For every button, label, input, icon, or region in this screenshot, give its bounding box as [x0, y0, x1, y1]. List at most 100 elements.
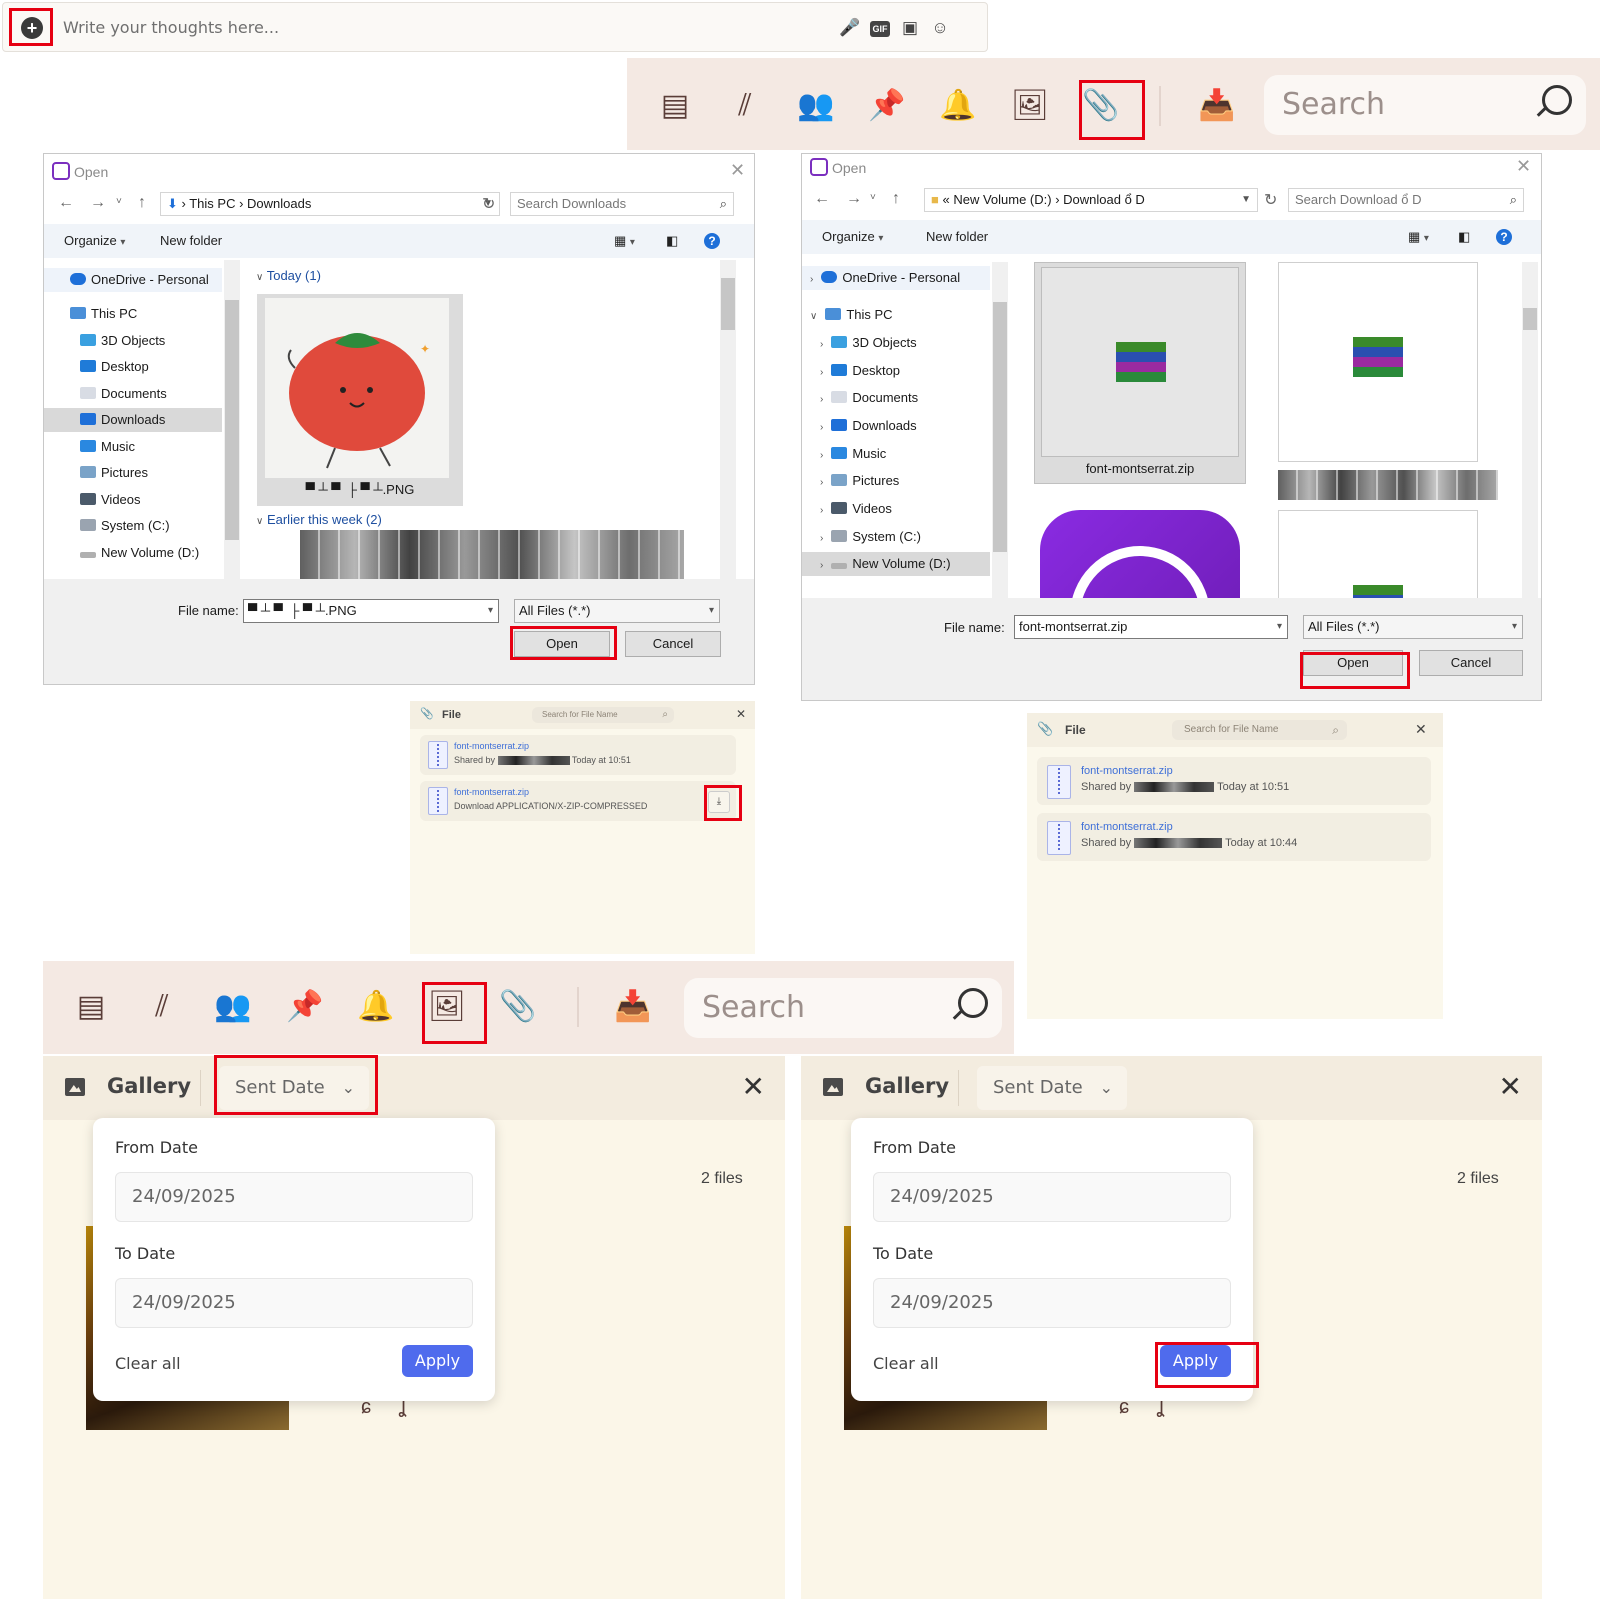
- close-icon[interactable]: ✕: [1415, 721, 1427, 738]
- address-bar[interactable]: ⬇ › This PC › Downloads ▼: [160, 192, 500, 216]
- inbox-icon[interactable]: 📥: [1195, 84, 1239, 128]
- tree-item-new-volume-d[interactable]: › New Volume (D:): [802, 552, 990, 576]
- sent-date-dropdown[interactable]: Sent Date ⌄: [977, 1066, 1127, 1110]
- content-scrollbar[interactable]: [1522, 262, 1538, 600]
- to-date-input[interactable]: 24/09/2025: [115, 1278, 473, 1328]
- file-search-input[interactable]: Search for File Name ⌕: [532, 707, 674, 723]
- file-name-input[interactable]: font-montserrat.zip ▾: [1014, 615, 1288, 639]
- forward-icon[interactable]: →: [846, 190, 862, 208]
- close-icon[interactable]: ✕: [1499, 1070, 1522, 1103]
- image-icon[interactable]: 🖼: [425, 985, 469, 1029]
- emoji-icon[interactable]: ☺: [929, 17, 951, 39]
- notes-icon[interactable]: ▤: [69, 985, 113, 1029]
- tree-item-downloads[interactable]: › Downloads: [802, 414, 990, 438]
- cancel-button[interactable]: Cancel: [1419, 650, 1523, 676]
- file-type-select[interactable]: All Files (*.*) ▾: [514, 599, 720, 623]
- file-tile-selected[interactable]: ✦ ▀ ┴ ▀ ├ ▀ ┴.PNG: [257, 294, 463, 506]
- inbox-icon[interactable]: 📥: [611, 985, 655, 1029]
- tree-scroll-thumb[interactable]: [225, 300, 239, 540]
- file-name[interactable]: font-montserrat.zip: [1081, 765, 1173, 777]
- content-scroll-thumb[interactable]: [1523, 308, 1537, 330]
- recent-chevron-icon[interactable]: ˅: [870, 192, 876, 203]
- help-icon[interactable]: ?: [1496, 229, 1512, 245]
- file-tile[interactable]: [1278, 262, 1478, 462]
- help-icon[interactable]: ?: [704, 233, 720, 249]
- file-tile[interactable]: [1278, 510, 1478, 600]
- add-attachment-button[interactable]: +: [21, 17, 43, 39]
- bell-icon[interactable]: 🔔: [354, 985, 398, 1029]
- sent-date-dropdown[interactable]: Sent Date ⌄: [219, 1066, 369, 1110]
- tree-item-documents[interactable]: › Documents: [802, 386, 990, 410]
- close-icon[interactable]: ✕: [1516, 156, 1531, 177]
- search-input[interactable]: Search Download ổ D ⌕: [1288, 188, 1524, 212]
- open-button[interactable]: Open: [514, 631, 610, 657]
- back-icon[interactable]: ←: [814, 190, 830, 208]
- open-button[interactable]: Open: [1303, 650, 1403, 676]
- tree-item-system-c[interactable]: System (C:): [44, 514, 222, 538]
- file-item[interactable]: font-montserrat.zip Download APPLICATION…: [420, 781, 736, 821]
- search-icon[interactable]: [958, 988, 988, 1018]
- tree-item-onedrive[interactable]: › OneDrive - Personal: [802, 266, 990, 290]
- up-icon[interactable]: ↑: [892, 190, 900, 208]
- search-box[interactable]: Search: [1264, 75, 1586, 135]
- paperclip-icon[interactable]: 📎: [496, 985, 540, 1029]
- members-icon[interactable]: 👥: [211, 985, 255, 1029]
- close-icon[interactable]: ✕: [730, 160, 745, 181]
- file-name[interactable]: font-montserrat.zip: [1081, 821, 1173, 833]
- tree-scroll-thumb[interactable]: [993, 302, 1007, 552]
- refresh-icon[interactable]: ↻: [482, 194, 495, 214]
- sticker-icon[interactable]: ▣: [899, 17, 921, 39]
- breadcrumb-downloads[interactable]: Downloads: [247, 196, 311, 211]
- tree-item-this-pc[interactable]: ∨ This PC: [802, 303, 990, 327]
- notes-icon[interactable]: ▤: [653, 84, 697, 128]
- file-item[interactable]: font-montserrat.zip Shared by Today at 1…: [1037, 757, 1431, 805]
- file-name-input[interactable]: ▀ ┴ ▀ ├ ▀ ┴.PNG ▾: [243, 599, 499, 623]
- to-date-input[interactable]: 24/09/2025: [873, 1278, 1231, 1328]
- paperclip-icon[interactable]: 📎: [1079, 84, 1123, 128]
- tree-item-system-c[interactable]: › System (C:): [802, 525, 990, 549]
- image-icon[interactable]: 🖼: [1008, 84, 1052, 128]
- address-chevron-icon[interactable]: ▼: [1241, 189, 1251, 211]
- close-icon[interactable]: ✕: [742, 1070, 765, 1103]
- search-box[interactable]: Search: [684, 978, 1002, 1038]
- tree-item-pictures[interactable]: Pictures: [44, 461, 222, 485]
- file-item[interactable]: font-montserrat.zip Shared by Today at 1…: [1037, 813, 1431, 861]
- tree-item-music[interactable]: › Music: [802, 442, 990, 466]
- file-tile-selected[interactable]: font-montserrat.zip: [1034, 262, 1246, 484]
- message-input[interactable]: Write your thoughts here...: [63, 18, 279, 37]
- tree-item-desktop[interactable]: Desktop: [44, 355, 222, 379]
- from-date-input[interactable]: 24/09/2025: [115, 1172, 473, 1222]
- new-folder-button[interactable]: New folder: [926, 229, 988, 244]
- file-type-select[interactable]: All Files (*.*) ▾: [1303, 615, 1523, 639]
- tree-item-music[interactable]: Music: [44, 435, 222, 459]
- tree-item-pictures[interactable]: › Pictures: [802, 469, 990, 493]
- preview-pane-icon[interactable]: ◧: [1458, 229, 1470, 245]
- calls-icon[interactable]: ⫽: [723, 84, 767, 128]
- view-options-icon[interactable]: ▦ ▾: [1408, 229, 1429, 245]
- app-icon-tile[interactable]: [1040, 510, 1240, 600]
- tree-item-desktop[interactable]: › Desktop: [802, 359, 990, 383]
- group-today-header[interactable]: ∨ Today (1): [256, 268, 321, 283]
- apply-button[interactable]: Apply: [1160, 1345, 1231, 1377]
- new-folder-button[interactable]: New folder: [160, 233, 222, 248]
- pin-icon[interactable]: 📌: [865, 84, 909, 128]
- back-icon[interactable]: ←: [58, 194, 74, 212]
- apply-button[interactable]: Apply: [402, 1345, 473, 1377]
- forward-icon[interactable]: →: [90, 194, 106, 212]
- tree-scrollbar[interactable]: [992, 262, 1008, 600]
- tree-scrollbar[interactable]: [224, 260, 240, 580]
- tree-item-3d-objects[interactable]: 3D Objects: [44, 329, 222, 353]
- from-date-input[interactable]: 24/09/2025: [873, 1172, 1231, 1222]
- view-options-icon[interactable]: ▦ ▾: [614, 233, 635, 249]
- tree-item-onedrive[interactable]: OneDrive - Personal: [44, 268, 222, 292]
- clear-all-button[interactable]: Clear all: [873, 1354, 939, 1373]
- breadcrumb-this-pc[interactable]: This PC: [189, 196, 235, 211]
- pin-icon[interactable]: 📌: [283, 985, 327, 1029]
- organize-button[interactable]: Organize ▾: [822, 229, 883, 244]
- members-icon[interactable]: 👥: [794, 84, 838, 128]
- address-bar[interactable]: ■ « New Volume (D:) › Download ổ D ▼: [924, 188, 1258, 212]
- tree-item-new-volume-d[interactable]: New Volume (D:): [44, 541, 222, 565]
- file-name[interactable]: font-montserrat.zip: [454, 741, 529, 751]
- microphone-icon[interactable]: 🎤: [839, 17, 861, 39]
- tree-item-documents[interactable]: Documents: [44, 382, 222, 406]
